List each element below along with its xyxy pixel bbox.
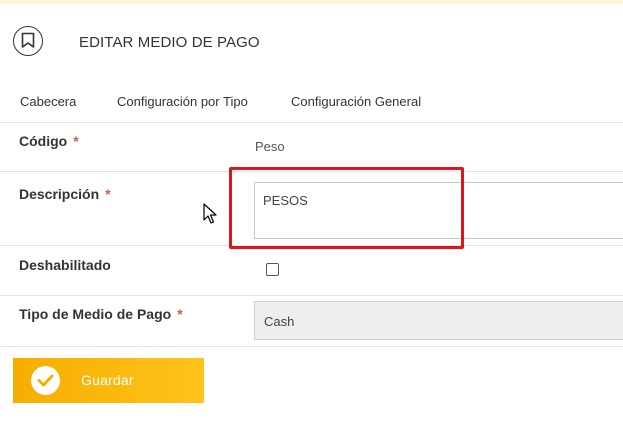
bookmark-icon xyxy=(13,26,43,56)
page-title: EDITAR MEDIO DE PAGO xyxy=(79,34,260,51)
tab-configuracion-por-tipo[interactable]: Configuración por Tipo xyxy=(117,94,248,109)
tab-cabecera[interactable]: Cabecera xyxy=(20,94,76,109)
mouse-cursor-icon xyxy=(203,203,218,230)
tipo-medio-pago-label: Tipo de Medio de Pago * xyxy=(19,306,183,322)
check-icon xyxy=(31,366,60,395)
codigo-row: Código * Peso xyxy=(0,123,623,172)
page-header: EDITAR MEDIO DE PAGO xyxy=(0,4,623,80)
tab-bar: Cabecera Configuración por Tipo Configur… xyxy=(0,84,623,122)
descripcion-label: Descripción * xyxy=(19,186,111,202)
deshabilitado-label: Deshabilitado xyxy=(19,257,111,273)
save-button-label: Guardar xyxy=(81,372,134,388)
required-marker: * xyxy=(105,186,111,202)
codigo-value: Peso xyxy=(255,139,285,154)
tipo-medio-pago-row: Tipo de Medio de Pago * Cash xyxy=(0,296,623,347)
tab-configuracion-general[interactable]: Configuración General xyxy=(291,94,421,109)
descripcion-row: Descripción * xyxy=(0,172,623,246)
tipo-medio-pago-select[interactable]: Cash xyxy=(254,301,623,340)
required-marker: * xyxy=(73,133,79,149)
deshabilitado-checkbox[interactable] xyxy=(266,263,279,276)
deshabilitado-row: Deshabilitado xyxy=(0,246,623,296)
save-button[interactable]: Guardar xyxy=(13,358,204,403)
descripcion-input[interactable] xyxy=(254,182,623,239)
tipo-medio-pago-value: Cash xyxy=(264,314,295,329)
codigo-label: Código * xyxy=(19,133,79,149)
required-marker: * xyxy=(177,306,183,322)
